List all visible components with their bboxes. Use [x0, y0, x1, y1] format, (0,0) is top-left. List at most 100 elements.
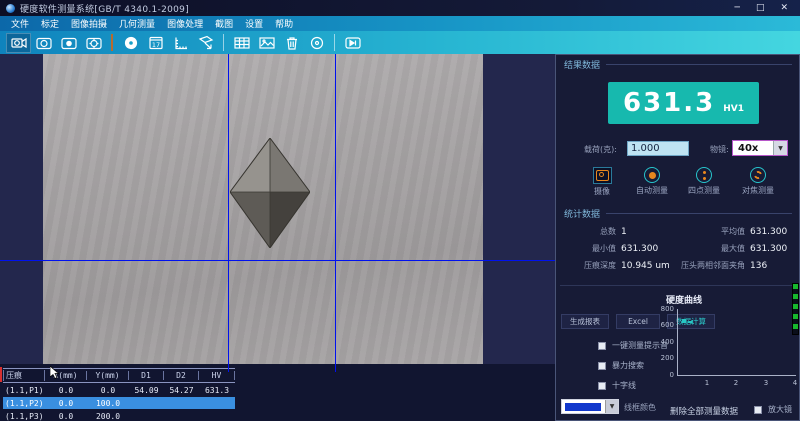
- x-tick: 3: [760, 379, 772, 387]
- cell: 54.09: [129, 386, 164, 395]
- checkbox-icon: [598, 382, 606, 390]
- chevron-down-icon: ▼: [773, 141, 787, 155]
- mouse-cursor: [50, 366, 59, 379]
- action-buttons: 摄像 自动测量 四点测量 对焦测量: [556, 167, 800, 203]
- image-icon[interactable]: [254, 33, 279, 53]
- menu-image-capture[interactable]: 图像拍摄: [65, 17, 113, 30]
- crosshair-checkbox[interactable]: 十字线: [598, 380, 636, 391]
- x-tick: 1: [701, 379, 713, 387]
- menu-settings[interactable]: 设置: [239, 17, 269, 30]
- cell: 0.0: [45, 399, 87, 408]
- col-hv: HV: [199, 371, 235, 380]
- cell: (1.1,P1): [3, 386, 45, 395]
- section-divider: [560, 285, 796, 286]
- close-button[interactable]: ✕: [780, 3, 788, 13]
- stat-value: 631.300: [750, 244, 787, 254]
- green-striped-scrollbar[interactable]: [792, 283, 799, 335]
- menu-help[interactable]: 帮助: [269, 17, 299, 30]
- stat-label: 压头两相邻面夹角: [669, 260, 745, 271]
- camera-capture-icon[interactable]: [31, 33, 56, 53]
- menu-image-processing[interactable]: 图像处理: [161, 17, 209, 30]
- measure-line-horizontal: [0, 260, 555, 261]
- toolbar: 17: [0, 31, 800, 54]
- statistics-grid: 总数 1 平均值 631.300 最小值 631.300 最大值 631.300…: [564, 223, 794, 274]
- stat-label: 总数: [564, 226, 616, 237]
- excel-button[interactable]: Excel: [616, 314, 660, 329]
- ruler-icon[interactable]: [168, 33, 193, 53]
- camera-button[interactable]: 摄像: [574, 167, 630, 197]
- cell: 0.0: [87, 386, 129, 395]
- col-d1: D1: [129, 371, 164, 380]
- title-bar: 硬度软件测量系统[GB/T 4340.1-2009] ─ □ ✕: [0, 0, 800, 16]
- chevron-down-icon: ▼: [605, 400, 618, 413]
- line-color-select[interactable]: ▼: [561, 399, 619, 414]
- maximize-button[interactable]: □: [756, 3, 765, 13]
- measure-export-icon[interactable]: [193, 33, 218, 53]
- menu-bar: 文件 标定 图像拍摄 几何测量 图像处理 截图 设置 帮助: [0, 16, 800, 31]
- color-swatch: [565, 403, 601, 411]
- force-search-label: 暴力搜索: [612, 360, 644, 371]
- focus-measure-button[interactable]: 对焦测量: [730, 167, 786, 196]
- x-tick: 2: [730, 379, 742, 387]
- load-input[interactable]: [627, 141, 689, 156]
- auto-measure-button[interactable]: 自动测量: [624, 167, 680, 196]
- stat-label: 平均值: [669, 226, 745, 237]
- result-section-header: 结果数据: [564, 58, 792, 71]
- y-tick: 200: [656, 354, 674, 362]
- table-left-marker: [0, 367, 2, 382]
- col-y: Y(mm): [87, 371, 129, 380]
- disc-icon[interactable]: [304, 33, 329, 53]
- stat-value: 10.945 um: [621, 261, 669, 271]
- objective-value: 40x: [733, 143, 773, 154]
- cell: (1.1,P2): [3, 399, 45, 408]
- objective-label: 物镜:: [710, 144, 729, 155]
- table-row[interactable]: (1.1,P3) 0.0 200.0: [3, 410, 235, 421]
- record-icon[interactable]: [118, 33, 143, 53]
- stat-label: 压痕深度: [564, 260, 616, 271]
- four-point-measure-button[interactable]: 四点测量: [676, 167, 732, 196]
- menu-file[interactable]: 文件: [5, 17, 35, 30]
- camera-focus-icon[interactable]: [81, 33, 106, 53]
- cell: (1.1,P3): [3, 412, 45, 421]
- toolbar-separator: [111, 34, 113, 51]
- minimize-button[interactable]: ─: [735, 3, 740, 13]
- hardness-value: 631.3: [623, 82, 715, 124]
- four-point-icon: [696, 167, 712, 183]
- micrograph-image: [43, 54, 483, 364]
- cell: 0.0: [45, 412, 87, 421]
- table-row[interactable]: (1.1,P1) 0.0 0.0 54.09 54.27 631.3: [3, 384, 235, 396]
- y-tick: 600: [656, 321, 674, 329]
- toolbar-separator: [223, 34, 224, 51]
- generate-report-button[interactable]: 生成报表: [561, 314, 609, 329]
- menu-geometry-measure[interactable]: 几何测量: [113, 17, 161, 30]
- chart-plot-area: [677, 309, 796, 376]
- y-tick: 400: [656, 338, 674, 346]
- cell: 100.0: [87, 399, 129, 408]
- menu-calibration[interactable]: 标定: [35, 17, 65, 30]
- chart-point-cursor: ◄: [687, 319, 692, 326]
- live-camera-icon[interactable]: [6, 33, 31, 53]
- stat-value: 1: [621, 227, 669, 237]
- trash-icon[interactable]: [279, 33, 304, 53]
- menu-screenshot[interactable]: 截图: [209, 17, 239, 30]
- camera-auto-icon[interactable]: [56, 33, 81, 53]
- measurement-table: 压痕 X(mm) Y(mm) D1 D2 HV (1.1,P1) 0.0 0.0…: [0, 364, 555, 421]
- cell: 200.0: [87, 412, 129, 421]
- stat-value: 631.300: [750, 227, 787, 237]
- hardness-curve-chart: 硬度曲线 800 600 400 200 0 1 2 3 4 ◄: [656, 291, 800, 413]
- objective-select[interactable]: 40x ▼: [732, 140, 788, 156]
- camera-icon: [593, 167, 612, 184]
- auto-measure-label: 自动测量: [636, 185, 668, 196]
- checkbox-icon: [598, 362, 606, 370]
- force-search-checkbox[interactable]: 暴力搜索: [598, 360, 644, 371]
- calibration-book-icon[interactable]: 17: [143, 33, 168, 53]
- table-icon[interactable]: [229, 33, 254, 53]
- play-next-icon[interactable]: [340, 33, 365, 53]
- measure-line-vertical-2: [335, 54, 336, 372]
- stat-label: 最小值: [564, 243, 616, 254]
- table-row-selected[interactable]: (1.1,P2) 0.0 100.0: [3, 397, 235, 409]
- measure-line-vertical-1: [228, 54, 229, 372]
- camera-button-label: 摄像: [594, 186, 610, 197]
- hardness-unit: HV1: [723, 104, 744, 114]
- col-d2: D2: [164, 371, 199, 380]
